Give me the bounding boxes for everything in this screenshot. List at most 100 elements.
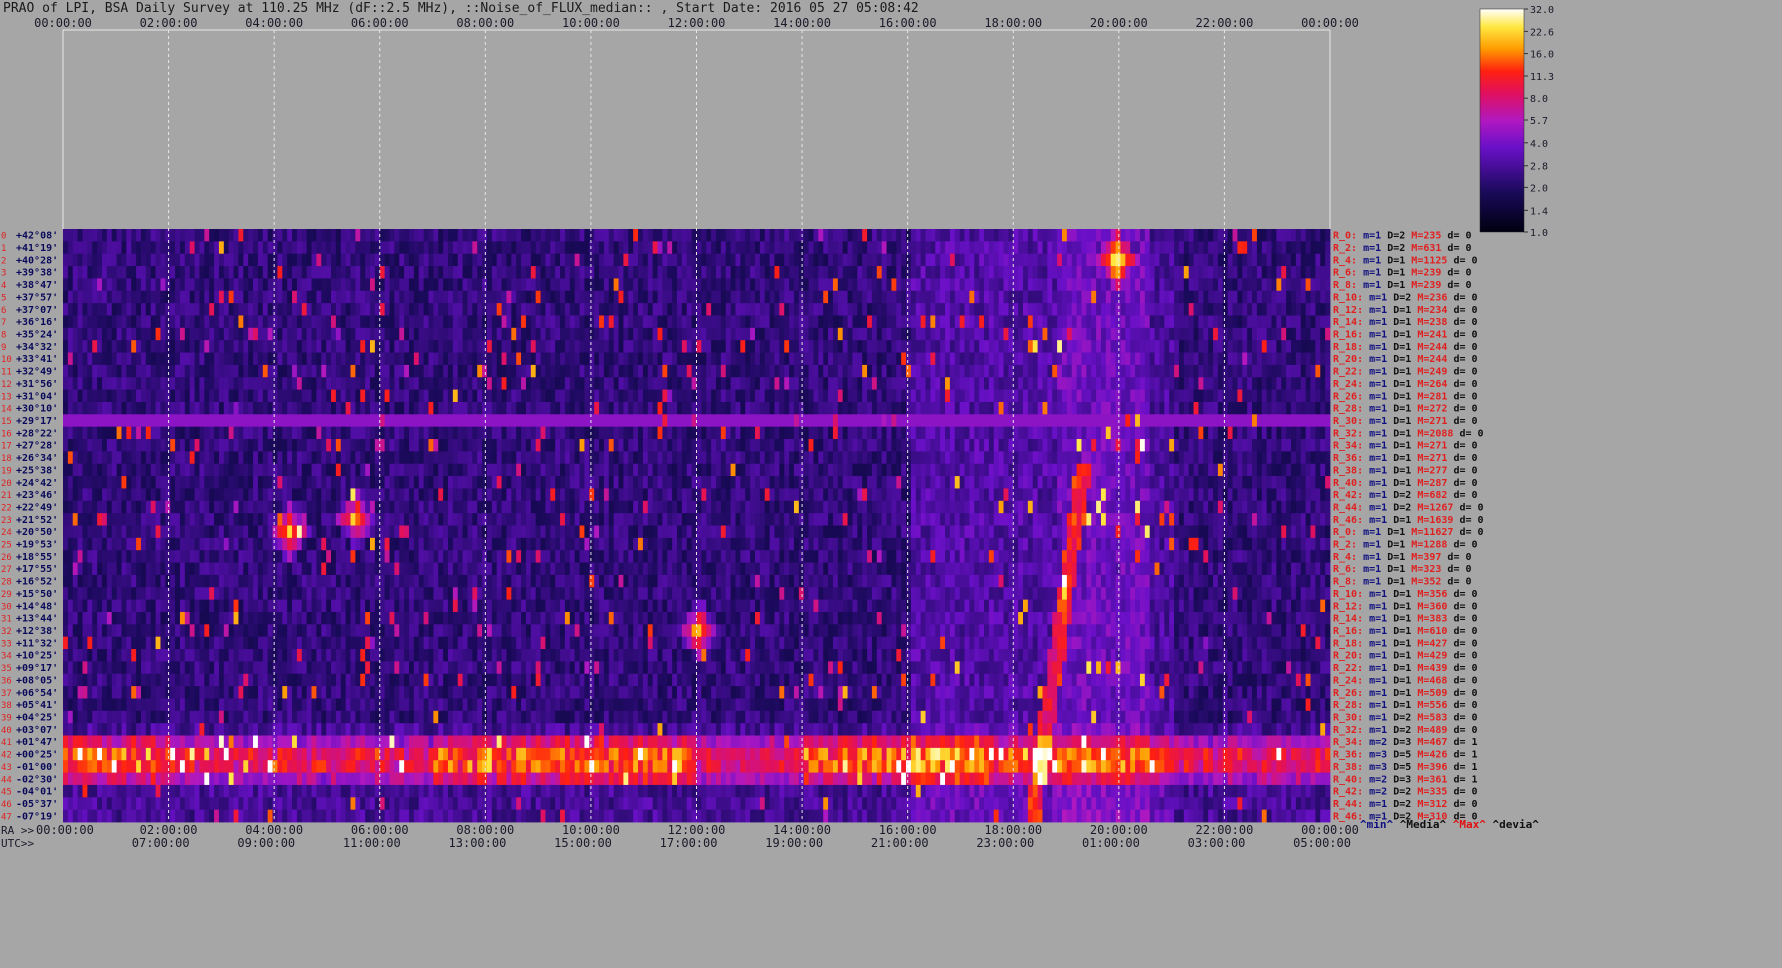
- heatmap-cell: [706, 377, 712, 390]
- heatmap-cell: [1266, 229, 1272, 242]
- heatmap-cell: [189, 266, 195, 279]
- heatmap-cell: [891, 241, 897, 255]
- heatmap-cell: [360, 241, 366, 255]
- heatmap-cell: [1042, 327, 1048, 341]
- heatmap-cell: [803, 315, 809, 329]
- heatmap-cell: [1013, 451, 1019, 465]
- heatmap-cell: [67, 364, 74, 378]
- heatmap-cell: [988, 377, 995, 390]
- heatmap-cell: [1213, 241, 1219, 255]
- heatmap-cell: [214, 303, 220, 316]
- heatmap-cell: [1188, 364, 1194, 378]
- heatmap-cell: [486, 389, 493, 403]
- heatmap-cell: [77, 463, 83, 477]
- heatmap-cell: [1023, 451, 1029, 465]
- heatmap-cell: [184, 401, 191, 415]
- heatmap-cell: [1237, 303, 1243, 316]
- heatmap-cell: [686, 253, 693, 267]
- heatmap-cell: [915, 439, 922, 452]
- heatmap-cell: [472, 414, 478, 428]
- heatmap-cell: [1125, 327, 1131, 341]
- heatmap-cell: [1305, 426, 1311, 440]
- heatmap-cell: [925, 352, 931, 366]
- heatmap-cell: [1178, 327, 1185, 341]
- heatmap-cell: [672, 377, 678, 390]
- heatmap-cell: [774, 340, 780, 353]
- heatmap-cell: [555, 340, 561, 353]
- heatmap-cell: [97, 414, 103, 428]
- heatmap-cell: [184, 266, 191, 279]
- heatmap-cell: [1032, 303, 1039, 316]
- heatmap-cell: [72, 352, 79, 366]
- heatmap-cell: [408, 389, 415, 403]
- heatmap-cell: [881, 426, 887, 440]
- heatmap-cell: [545, 401, 551, 415]
- heatmap-cell: [857, 426, 863, 440]
- heatmap-cell: [116, 315, 122, 329]
- heatmap-cell: [267, 389, 273, 403]
- heatmap-cell: [657, 439, 663, 452]
- heatmap-cell: [1091, 278, 1097, 292]
- heatmap-cell: [1091, 340, 1097, 353]
- heatmap-cell: [1232, 327, 1238, 341]
- heatmap-cell: [482, 364, 488, 378]
- heatmap-cell: [1217, 266, 1224, 279]
- heatmap-cell: [1159, 439, 1165, 452]
- heatmap-cell: [657, 315, 663, 329]
- heatmap-cell: [282, 352, 288, 366]
- heatmap-cell: [253, 439, 259, 452]
- heatmap-cell: [72, 426, 79, 440]
- heatmap-cell: [1261, 278, 1268, 292]
- heatmap-cell: [1325, 389, 1331, 403]
- heatmap-cell: [672, 451, 678, 465]
- heatmap-cell: [155, 352, 161, 366]
- heatmap-cell: [1315, 266, 1321, 279]
- heatmap-cell: [984, 364, 990, 378]
- heatmap-cell: [1013, 290, 1019, 304]
- heatmap-cell: [1188, 401, 1194, 415]
- heatmap-cell: [131, 327, 137, 341]
- heatmap-cell: [491, 401, 498, 415]
- heatmap-cell: [1032, 327, 1039, 341]
- heatmap-cell: [940, 315, 946, 329]
- heatmap-cell: [248, 303, 254, 316]
- heatmap-cell: [1247, 426, 1253, 440]
- heatmap-cell: [730, 278, 736, 292]
- heatmap-cell: [998, 352, 1004, 366]
- heatmap-cell: [282, 303, 288, 316]
- heatmap-cell: [306, 253, 312, 267]
- heatmap-cell: [1237, 426, 1243, 440]
- heatmap-cell: [355, 303, 361, 316]
- heatmap-cell: [462, 439, 468, 452]
- heatmap-cell: [365, 377, 371, 390]
- heatmap-cell: [1100, 426, 1107, 440]
- heatmap-cell: [525, 364, 532, 378]
- heatmap-cell: [92, 451, 98, 465]
- heatmap-cell: [140, 303, 147, 316]
- heatmap-cell: [77, 439, 83, 452]
- heatmap-cell: [896, 414, 902, 428]
- heatmap-cell: [1110, 303, 1116, 316]
- heatmap-cell: [745, 401, 751, 415]
- heatmap-cell: [292, 426, 298, 440]
- heatmap-cell: [540, 253, 546, 267]
- heatmap-cell: [1295, 253, 1302, 267]
- heatmap-cell: [218, 253, 225, 267]
- heatmap-cell: [423, 414, 429, 428]
- heatmap-cell: [408, 327, 415, 341]
- heatmap-cell: [447, 315, 454, 329]
- heatmap-cell: [608, 241, 615, 255]
- heatmap-cell: [433, 340, 439, 353]
- heatmap-cell: [750, 364, 756, 378]
- heatmap-cell: [457, 253, 463, 267]
- heatmap-cell: [1198, 327, 1204, 341]
- heatmap-cell: [984, 426, 990, 440]
- heatmap-cell: [1281, 377, 1287, 390]
- heatmap-cell: [525, 414, 532, 428]
- heatmap-cell: [1281, 253, 1287, 267]
- heatmap-cell: [774, 290, 780, 304]
- heatmap-cell: [131, 278, 137, 292]
- heatmap-cell: [165, 414, 171, 428]
- heatmap-cell: [1003, 364, 1009, 378]
- heatmap-cell: [97, 352, 103, 366]
